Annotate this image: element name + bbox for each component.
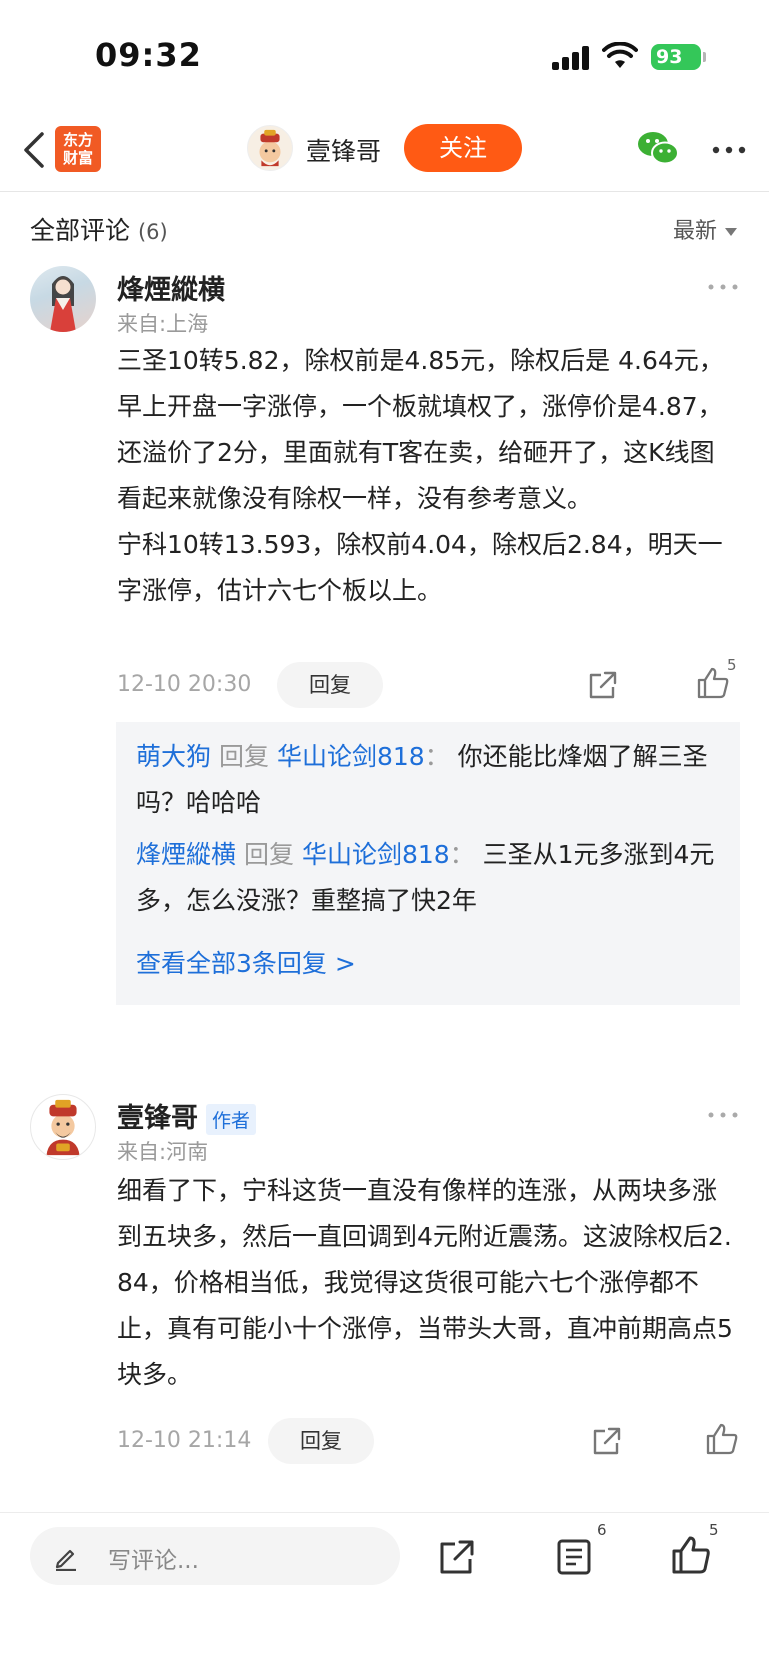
comment-username-text: 壹锋哥 <box>117 1103 198 1134</box>
back-arrow-icon[interactable] <box>18 128 48 172</box>
reply-item[interactable]: 烽煙縱横 回复 华山论剑818： 三圣从1元多涨到4元多，怎么没涨？重整搞了快2… <box>136 832 726 924</box>
wifi-icon <box>602 42 638 68</box>
reply-from-user: 萌大狗 <box>136 742 212 771</box>
sort-label: 最新 <box>672 219 717 244</box>
comment-text: 三圣10转5.82，除权前是4.85元，除权后是 4.64元，早上开盘一字涨停，… <box>117 346 724 605</box>
reply-word: 回复 <box>243 840 294 869</box>
comment-input-placeholder: 写评论... <box>108 1548 199 1574</box>
like-count: 5 <box>727 656 737 674</box>
comment-item: 烽煙縱横 来自:上海 三圣10转5.82，除权前是4.85元，除权后是 4.64… <box>0 266 769 1005</box>
user-avatar[interactable] <box>30 266 96 332</box>
comment-text: 细看了下，宁科这货一直没有像样的连涨，从两块多涨到五块多，然后一直回调到4元附近… <box>117 1176 733 1389</box>
reply-separator: ： <box>449 840 475 869</box>
battery-tip <box>703 52 706 62</box>
caret-down-icon <box>725 228 737 236</box>
follow-button[interactable]: 关注 <box>404 124 522 172</box>
like-count-badge: 5 <box>709 1521 719 1539</box>
comments-count: (6) <box>137 220 168 244</box>
reply-button[interactable]: 回复 <box>277 662 383 708</box>
share-icon[interactable] <box>587 669 619 701</box>
pencil-icon <box>55 1549 76 1571</box>
share-icon[interactable] <box>591 1425 623 1457</box>
more-menu-icon[interactable] <box>712 146 746 154</box>
reply-word: 回复 <box>218 742 269 771</box>
reply-button[interactable]: 回复 <box>268 1418 374 1464</box>
comment-username[interactable]: 烽煙縱横 <box>117 268 225 307</box>
app-logo[interactable]: 东方 财富 <box>55 126 101 172</box>
user-avatar[interactable] <box>30 1094 96 1160</box>
comment-count-badge: 6 <box>597 1521 607 1539</box>
comments-title-text: 全部评论 <box>30 216 131 245</box>
reply-separator: ： <box>424 742 450 771</box>
app-logo-line2: 财富 <box>62 149 93 167</box>
comment-more-icon[interactable] <box>708 1112 738 1118</box>
write-comment-input[interactable]: 写评论... <box>30 1527 400 1585</box>
comment-more-icon[interactable] <box>708 284 738 290</box>
author-avatar[interactable] <box>247 125 293 171</box>
thumbs-up-icon[interactable] <box>705 1422 739 1456</box>
reply-item[interactable]: 萌大狗 回复 华山论剑818： 你还能比烽烟了解三圣吗？哈哈哈 <box>136 734 726 826</box>
cellular-signal-icon <box>552 46 592 70</box>
thumbs-up-icon[interactable] <box>696 666 730 700</box>
app-logo-line1: 东方 <box>62 131 93 149</box>
comment-username[interactable]: 壹锋哥 作者 <box>117 1096 257 1135</box>
comment-time: 12-10 21:14 <box>117 1428 252 1453</box>
comments-title: 全部评论 (6) <box>30 211 168 247</box>
share-icon[interactable] <box>437 1537 477 1577</box>
replies-box: 萌大狗 回复 华山论剑818： 你还能比烽烟了解三圣吗？哈哈哈 烽煙縱横 回复 … <box>116 722 740 1005</box>
bottom-action-bar: 写评论... 6 5 <box>0 1512 769 1665</box>
author-badge: 作者 <box>206 1104 257 1135</box>
reply-to-user: 华山论剑818 <box>301 840 450 869</box>
battery-level: 93 <box>656 46 683 68</box>
reply-to-user: 华山论剑818 <box>276 742 425 771</box>
wechat-share-icon[interactable] <box>636 128 680 168</box>
avatar-god-of-wealth-icon <box>46 1099 80 1156</box>
author-name[interactable]: 壹锋哥 <box>306 132 381 168</box>
thumbs-up-icon[interactable] <box>671 1535 711 1575</box>
comment-time: 12-10 20:30 <box>117 672 252 697</box>
comment-location: 来自:河南 <box>117 1140 209 1164</box>
comment-item: 壹锋哥 作者 来自:河南 细看了下，宁科这货一直没有像样的连涨，从两块多涨到五块多… <box>0 1094 769 1494</box>
avatar-figure-icon <box>50 276 76 332</box>
status-time: 09:32 <box>95 36 202 74</box>
reply-from-user: 烽煙縱横 <box>136 840 237 869</box>
sort-dropdown[interactable]: 最新 <box>673 213 737 245</box>
battery-indicator: 93 <box>651 44 701 70</box>
comments-list-icon[interactable] <box>554 1537 594 1577</box>
nav-bar: 东方 财富 壹锋哥 关注 <box>0 110 769 192</box>
status-bar: 09:32 93 <box>0 0 769 110</box>
view-all-replies-link[interactable]: 查看全部3条回复 > <box>136 944 356 980</box>
comment-location: 来自:上海 <box>117 312 209 336</box>
comments-header: 全部评论 (6) 最新 <box>0 193 769 263</box>
